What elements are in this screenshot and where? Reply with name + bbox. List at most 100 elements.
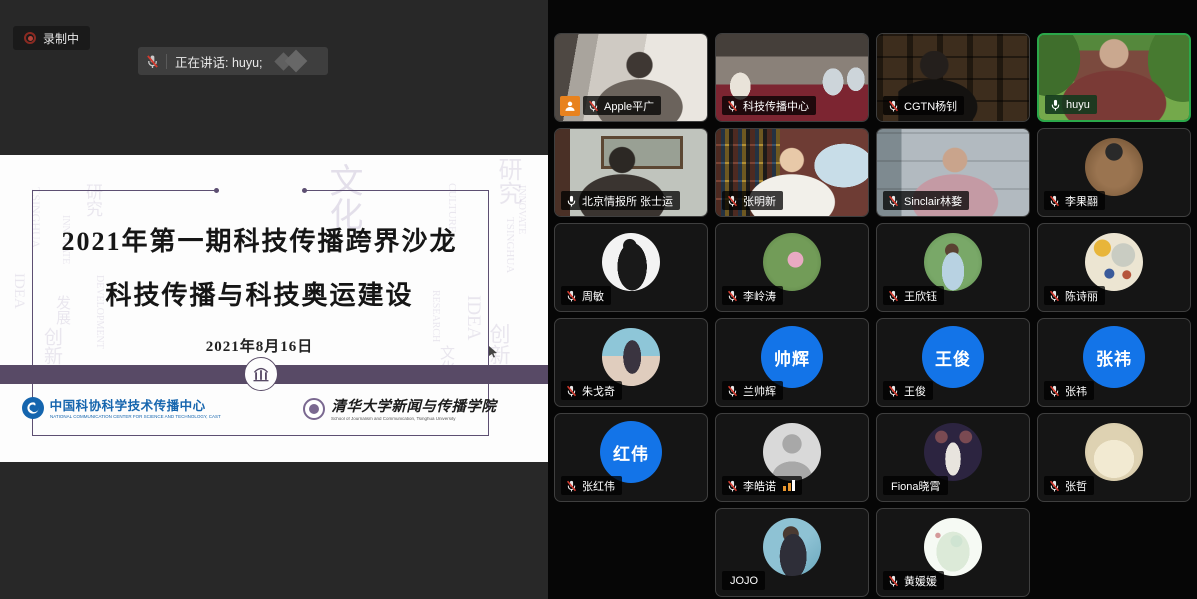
avatar-initials: 帅辉: [774, 345, 810, 370]
participant-name-label: 张明新: [722, 191, 783, 210]
organization-logos: 中国科协科学技术传播中心 NATIONAL COMMUNICATION CENT…: [32, 395, 487, 423]
participant-name: 陈诗丽: [1065, 288, 1098, 304]
participant-avatar: [602, 233, 660, 291]
mic-muted-icon: [1049, 479, 1060, 493]
participant-tile[interactable]: 北京情报所 张士运: [554, 128, 708, 217]
recording-label: 录制中: [43, 30, 79, 47]
org-tsinghua: 清华大学新闻与传播学院 School of Journalism and Com…: [303, 395, 497, 423]
presentation-slide: 文化 研究 创新 创新 研究 发展 TSINGHUA INNOVATE CULT…: [0, 155, 548, 462]
participant-avatar: [924, 518, 982, 576]
participant-avatar: 张祎: [1083, 326, 1145, 388]
participant-avatar: [763, 233, 821, 291]
speaking-label: 正在讲话: huyu;: [175, 52, 263, 71]
participant-name: 张祎: [1065, 383, 1087, 399]
participant-tile[interactable]: 朱戈奇: [554, 318, 708, 407]
participant-name: 周敏: [582, 288, 604, 304]
signal-bars-icon: [783, 480, 795, 491]
participant-tile[interactable]: 张哲: [1037, 413, 1191, 502]
participant-avatar: [924, 423, 982, 481]
participant-tile[interactable]: CGTN杨钊: [876, 33, 1030, 122]
slide-title-line2: 科技传播与科技奥运建设: [32, 275, 487, 312]
mic-muted-icon: [888, 574, 899, 588]
participant-name: 王俊: [904, 383, 926, 399]
participant-name-label: 北京情报所 张士运: [561, 191, 680, 210]
mic-muted-icon: [727, 99, 738, 113]
participant-name: 朱戈奇: [582, 383, 615, 399]
active-speaker-banner: 正在讲话: huyu;: [138, 47, 328, 75]
participant-name: 北京情报所 张士运: [582, 193, 673, 209]
participant-name: 李岭涛: [743, 288, 776, 304]
tsinghua-logo-icon: [303, 398, 325, 420]
participant-name: CGTN杨钊: [904, 98, 957, 114]
shared-screen-panel: 录制中 正在讲话: huyu; 文化 研究 创新 创新 研究 发展 TSINGH…: [0, 0, 548, 599]
participant-name: 李皓诺: [743, 478, 776, 494]
org-cast-subtitle: NATIONAL COMMUNICATION CENTER FOR SCIENC…: [50, 415, 221, 420]
participant-tile[interactable]: 黄媛媛: [876, 508, 1030, 597]
participant-name: 李果翮: [1065, 193, 1098, 209]
participant-name-label: huyu: [1045, 95, 1097, 114]
mic-muted-icon: [727, 289, 738, 303]
mic-muted-icon: [566, 479, 577, 493]
avatar-initials: 王俊: [935, 345, 971, 370]
participant-avatar: [924, 233, 982, 291]
participant-name-label: 兰帅辉: [722, 381, 783, 400]
avatar-initials: 红伟: [613, 440, 649, 465]
participant-avatar: [763, 423, 821, 481]
watermark-text: TSINGHUA: [504, 217, 516, 273]
org-cast-name: 中国科协科学技术传播中心: [50, 395, 278, 414]
participant-tile[interactable]: 红伟 张红伟: [554, 413, 708, 502]
participant-tile[interactable]: 陈诗丽: [1037, 223, 1191, 312]
participant-tile[interactable]: 李果翮: [1037, 128, 1191, 217]
mic-muted-icon: [1049, 384, 1060, 398]
participant-name-label: 李皓诺: [722, 476, 802, 495]
participant-name: 兰帅辉: [743, 383, 776, 399]
participant-avatar: [1085, 233, 1143, 291]
watermark-text: INNOVATE: [516, 185, 527, 234]
participant-name-label: 陈诗丽: [1044, 286, 1105, 305]
mic-muted-icon: [146, 54, 159, 69]
participant-tile[interactable]: Apple平广: [554, 33, 708, 122]
participant-tile[interactable]: Sinclair林婺: [876, 128, 1030, 217]
participant-tile[interactable]: 周敏: [554, 223, 708, 312]
participant-name-label: 张红伟: [561, 476, 622, 495]
participant-name-label: 王俊: [883, 381, 933, 400]
participant-name: Sinclair林婺: [904, 193, 962, 209]
participant-name-label: 朱戈奇: [561, 381, 622, 400]
participant-tile[interactable]: Fiona晓霄: [876, 413, 1030, 502]
avatar-initials: 张祎: [1096, 345, 1132, 370]
participant-name-label: 张哲: [1044, 476, 1094, 495]
mic-muted-icon: [588, 99, 599, 113]
mic-muted-icon: [888, 384, 899, 398]
mic-muted-icon: [1049, 289, 1060, 303]
participant-tile[interactable]: 张明新: [715, 128, 869, 217]
participant-tile[interactable]: 帅辉 兰帅辉: [715, 318, 869, 407]
gate-building-icon: [244, 357, 278, 391]
mic-muted-icon: [566, 384, 577, 398]
mouse-cursor: [488, 345, 498, 363]
participant-avatar: [1085, 423, 1143, 481]
participant-name-label: Apple平广: [583, 96, 661, 115]
mic-muted-icon: [727, 384, 738, 398]
participant-tile[interactable]: JOJO: [715, 508, 869, 597]
participant-avatar: 王俊: [922, 326, 984, 388]
participant-tile[interactable]: huyu: [1037, 33, 1191, 122]
person-badge-icon: [560, 96, 580, 116]
participant-name: 黄媛媛: [904, 573, 937, 589]
participant-avatar: [763, 518, 821, 576]
participant-name-label: 黄媛媛: [883, 571, 944, 590]
participant-name: 张哲: [1065, 478, 1087, 494]
participant-tile[interactable]: 科技传播中心: [715, 33, 869, 122]
participant-tile[interactable]: 王欣钰: [876, 223, 1030, 312]
participant-name-label: 李岭涛: [722, 286, 783, 305]
participant-name-label: 张祎: [1044, 381, 1094, 400]
participant-tile[interactable]: 李皓诺: [715, 413, 869, 502]
participant-tile[interactable]: 张祎 张祎: [1037, 318, 1191, 407]
participants-grid: Apple平广 科技传播中心: [548, 0, 1197, 599]
participant-name-label: 李果翮: [1044, 191, 1105, 210]
participant-tile[interactable]: 王俊 王俊: [876, 318, 1030, 407]
participant-name-label: JOJO: [722, 571, 765, 590]
participant-tile[interactable]: 李岭涛: [715, 223, 869, 312]
participant-name-label: Sinclair林婺: [883, 191, 969, 210]
participant-name: Apple平广: [604, 98, 654, 114]
org-cast: 中国科协科学技术传播中心 NATIONAL COMMUNICATION CENT…: [22, 395, 278, 421]
